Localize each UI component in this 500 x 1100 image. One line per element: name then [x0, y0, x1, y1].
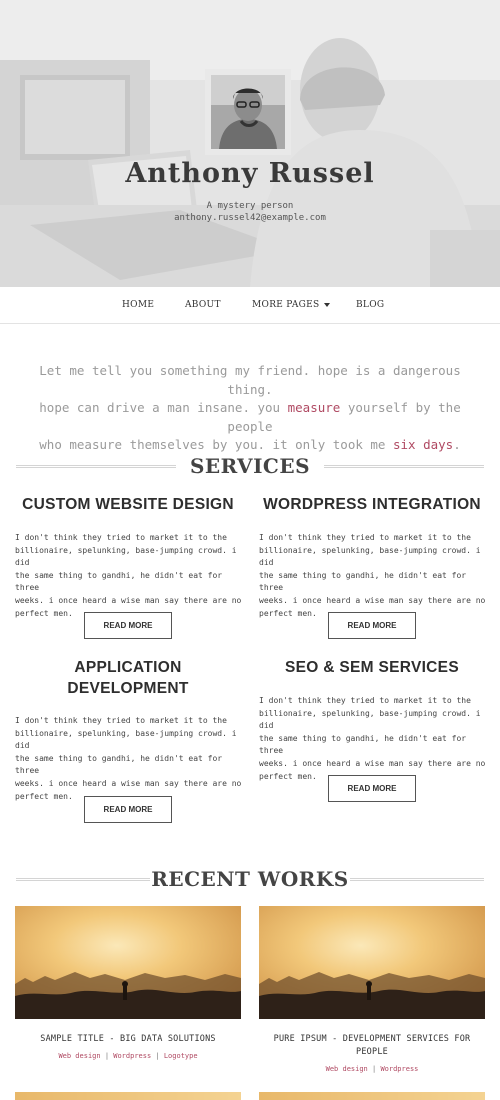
tag-link[interactable]: Wordpress [380, 1065, 418, 1073]
caret-down-icon [324, 302, 331, 307]
work-title[interactable]: SAMPLE TITLE - BIG DATA SOLUTIONS [15, 1033, 241, 1046]
tag-link[interactable]: Web design [326, 1065, 368, 1073]
section-divider-right [350, 878, 484, 881]
nav-item-more-pages-label: MORE PAGES [252, 300, 320, 310]
service-description: I don't think they tried to market it to… [259, 532, 491, 620]
read-more-button[interactable]: READ MORE [328, 612, 416, 639]
main-navigation: HOME ABOUT MORE PAGES BLOG [0, 287, 500, 324]
avatar-frame [205, 69, 291, 155]
intro-quote: Let me tell you something my friend. hop… [20, 362, 480, 455]
quote-line: hope can drive a man insane. you measure… [20, 399, 480, 436]
service-text-line: I don't think they tried to market it to… [259, 533, 471, 542]
quote-text: hope can drive a man insane. you [39, 400, 288, 415]
work-thumbnail[interactable] [259, 1092, 485, 1100]
profile-name: Anthony Russel [125, 158, 375, 189]
service-text-line: billionaire, spelunking, base-jumping cr… [259, 545, 481, 568]
tag-separator: | [155, 1052, 160, 1060]
work-title-line: PURE IPSUM - DEVELOPMENT SERVICES FOR [273, 1034, 471, 1044]
service-text-line: the same thing to gandhi, he didn't eat … [15, 570, 223, 593]
section-divider-right [324, 465, 484, 468]
service-title-line: APPLICATION [74, 659, 182, 676]
quote-highlight: six days [392, 437, 454, 452]
avatar [211, 75, 285, 149]
read-more-button[interactable]: READ MORE [84, 612, 172, 639]
profile-email[interactable]: anthony.russel42@example.com [0, 213, 500, 223]
quote-line: who measure themselves by you. it only t… [20, 436, 480, 455]
service-text-line: billionaire, spelunking, base-jumping cr… [15, 545, 237, 568]
nav-item-home[interactable]: HOME [122, 300, 154, 310]
tag-separator: | [372, 1065, 377, 1073]
profile-tagline: A mystery person [206, 201, 294, 211]
service-text-line: weeks. i once heard a wise man say there… [259, 758, 486, 768]
service-text-line: weeks. i once heard a wise man say there… [15, 778, 242, 788]
hero-header: Anthony Russel A mystery person anthony.… [0, 0, 500, 287]
service-title: CUSTOM WEBSITE DESIGN [22, 496, 234, 513]
work-tags: Web design | Wordpress [259, 1065, 485, 1073]
work-thumbnail[interactable] [15, 906, 241, 1019]
quote-highlight: measure [287, 400, 341, 415]
service-text-line: weeks. i once heard a wise man say there… [15, 595, 242, 605]
service-description: I don't think they tried to market it to… [259, 695, 491, 783]
nav-item-about[interactable]: ABOUT [185, 300, 221, 310]
service-title: WORDPRESS INTEGRATION [263, 496, 481, 513]
tag-link[interactable]: Logotype [164, 1052, 198, 1060]
service-text-line: I don't think they tried to market it to… [15, 716, 227, 725]
service-text-line: the same thing to gandhi, he didn't eat … [259, 570, 467, 593]
service-text-line: weeks. i once heard a wise man say there… [259, 595, 486, 605]
service-text-line: billionaire, spelunking, base-jumping cr… [15, 728, 237, 751]
service-description: I don't think they tried to market it to… [15, 715, 247, 803]
tag-separator: | [104, 1052, 110, 1060]
read-more-button[interactable]: READ MORE [84, 796, 172, 823]
read-more-button[interactable]: READ MORE [328, 775, 416, 802]
work-tags: Web design | Wordpress | Logotype [15, 1052, 241, 1060]
service-title: SEO & SEM SERVICES [285, 659, 459, 676]
quote-line: Let me tell you something my friend. hop… [39, 363, 461, 397]
tag-link[interactable]: Wordpress [113, 1052, 151, 1060]
service-title: APPLICATION DEVELOPMENT [15, 657, 241, 699]
service-description: I don't think they tried to market it to… [15, 532, 247, 620]
work-title-line: PEOPLE [356, 1047, 388, 1057]
work-thumbnail[interactable] [15, 1092, 241, 1100]
concert-sunset-image [259, 906, 485, 1019]
service-text-line: I don't think they tried to market it to… [259, 696, 471, 705]
service-text-line: the same thing to gandhi, he didn't eat … [15, 753, 223, 776]
nav-item-more-pages[interactable]: MORE PAGES [252, 300, 331, 310]
service-text-line: the same thing to gandhi, he didn't eat … [259, 733, 467, 756]
work-thumbnail[interactable] [259, 906, 485, 1019]
work-title[interactable]: PURE IPSUM - DEVELOPMENT SERVICES FOR PE… [259, 1033, 485, 1059]
concert-sunset-image [15, 906, 241, 1019]
service-text-line: billionaire, spelunking, base-jumping cr… [259, 708, 481, 731]
nav-item-blog[interactable]: BLOG [356, 300, 384, 310]
service-text-line: I don't think they tried to market it to… [15, 533, 227, 542]
tag-link[interactable]: Web design [58, 1052, 100, 1060]
quote-text: . [453, 437, 461, 452]
service-title-line: DEVELOPMENT [67, 680, 189, 697]
quote-text: who measure themselves by you. it only t… [39, 437, 393, 452]
